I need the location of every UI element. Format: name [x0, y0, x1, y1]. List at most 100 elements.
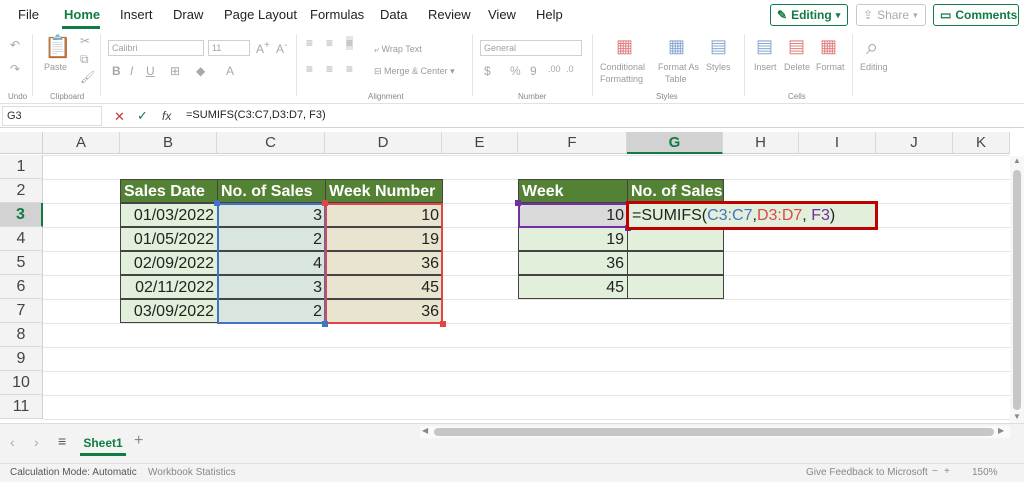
- row-header-5[interactable]: 5: [0, 251, 43, 275]
- align-left-icon[interactable]: ≡: [306, 62, 313, 76]
- zoom-level[interactable]: 150%: [972, 467, 998, 478]
- comma-icon[interactable]: 9: [530, 64, 537, 78]
- table-cell-b3[interactable]: 01/03/2022: [120, 203, 218, 227]
- table-cell-c7[interactable]: 2: [217, 299, 326, 323]
- column-header-e[interactable]: E: [442, 132, 518, 154]
- row-header-6[interactable]: 6: [0, 275, 43, 299]
- enter-icon[interactable]: ✓: [137, 108, 148, 124]
- table-cell-f6[interactable]: 45: [518, 275, 628, 299]
- table-cell-c4[interactable]: 2: [217, 227, 326, 251]
- fill-color-icon[interactable]: ◆: [196, 64, 205, 78]
- insert-function-icon[interactable]: fx: [162, 109, 171, 123]
- undo-icon[interactable]: ↶: [10, 38, 20, 52]
- formula-input[interactable]: =SUMIFS(C3:C7,D3:D7, F3): [186, 109, 326, 121]
- row-header-10[interactable]: 10: [0, 371, 43, 395]
- format-cells-icon[interactable]: ▦: [820, 36, 837, 57]
- align-top-icon[interactable]: ≡: [306, 36, 313, 50]
- menu-home[interactable]: Home: [64, 7, 100, 22]
- scroll-up-icon[interactable]: ▲: [1013, 156, 1021, 165]
- number-format-select[interactable]: General: [480, 40, 582, 56]
- vertical-scrollbar[interactable]: ▲ ▼: [1010, 156, 1024, 423]
- conditional-formatting-icon[interactable]: ▦: [616, 36, 633, 57]
- menu-file[interactable]: File: [18, 7, 39, 22]
- table-label[interactable]: Table: [665, 74, 687, 84]
- table1-header-no-of-sales[interactable]: No. of Sales: [217, 179, 326, 203]
- table-cell-c3[interactable]: 3: [217, 203, 326, 227]
- currency-icon[interactable]: $: [484, 64, 491, 78]
- table2-header-week[interactable]: Week: [518, 179, 628, 203]
- comments-button[interactable]: ▭ Comments: [933, 4, 1019, 26]
- table-cell-c5[interactable]: 4: [217, 251, 326, 275]
- range-handle[interactable]: [322, 321, 328, 327]
- editing-group-button[interactable]: Editing: [860, 62, 888, 72]
- table-cell-b4[interactable]: 01/05/2022: [120, 227, 218, 251]
- range-handle[interactable]: [515, 200, 521, 206]
- menu-review[interactable]: Review: [428, 7, 471, 22]
- table-cell-d3[interactable]: 10: [325, 203, 443, 227]
- share-button[interactable]: ⇪ Share ▾: [856, 4, 926, 26]
- percent-icon[interactable]: %: [510, 64, 521, 78]
- scrollbar-thumb[interactable]: [1013, 170, 1021, 410]
- decrease-decimal-icon[interactable]: .0: [566, 64, 574, 74]
- table-cell-g6[interactable]: [627, 275, 724, 299]
- menu-help[interactable]: Help: [536, 7, 563, 22]
- insert-cells-icon[interactable]: ▤: [756, 36, 773, 57]
- table-cell-b5[interactable]: 02/09/2022: [120, 251, 218, 275]
- column-header-a[interactable]: A: [43, 132, 120, 154]
- align-middle-icon[interactable]: ≡: [326, 36, 333, 50]
- range-handle[interactable]: [440, 321, 446, 327]
- table-cell-f3[interactable]: 10: [518, 203, 628, 227]
- horizontal-scrollbar[interactable]: ◀ ▶: [420, 426, 1010, 438]
- column-header-j[interactable]: J: [876, 132, 953, 154]
- column-header-h[interactable]: H: [723, 132, 799, 154]
- bold-icon[interactable]: B: [112, 64, 121, 78]
- font-size-select[interactable]: 11: [208, 40, 250, 56]
- align-right-icon[interactable]: ≡: [346, 62, 353, 76]
- give-feedback-link[interactable]: Give Feedback to Microsoft: [806, 467, 928, 478]
- cell-styles-icon[interactable]: ▤: [710, 36, 727, 57]
- row-header-3[interactable]: 3: [0, 203, 43, 227]
- align-center-icon[interactable]: ≡: [326, 62, 333, 76]
- column-header-b[interactable]: B: [120, 132, 217, 154]
- add-sheet-icon[interactable]: +: [134, 432, 143, 450]
- scroll-right-arrow-icon[interactable]: ▶: [998, 426, 1004, 435]
- font-color-icon[interactable]: A: [226, 64, 234, 78]
- column-header-c[interactable]: C: [217, 132, 325, 154]
- menu-formulas[interactable]: Formulas: [310, 7, 364, 22]
- row-header-2[interactable]: 2: [0, 179, 43, 203]
- cell-styles-label[interactable]: Styles: [706, 62, 731, 72]
- row-header-11[interactable]: 11: [0, 395, 43, 419]
- delete-cells-label[interactable]: Delete: [784, 62, 810, 72]
- wrap-text-button[interactable]: ⤶ Wrap Text: [374, 44, 422, 55]
- row-header-7[interactable]: 7: [0, 299, 43, 323]
- table-cell-c6[interactable]: 3: [217, 275, 326, 299]
- underline-icon[interactable]: U: [146, 64, 155, 78]
- search-icon[interactable]: ⌕: [866, 34, 878, 60]
- name-box[interactable]: G3: [2, 106, 102, 126]
- table1-header-sales-date[interactable]: Sales Date: [120, 179, 218, 203]
- column-header-d[interactable]: D: [325, 132, 442, 154]
- active-cell-g3-editor[interactable]: =SUMIFS(C3:C7,D3:D7, F3): [626, 201, 878, 230]
- cancel-icon[interactable]: ✕: [114, 109, 125, 125]
- column-header-g[interactable]: G: [627, 132, 723, 154]
- calculation-mode[interactable]: Calculation Mode: Automatic: [10, 467, 137, 478]
- zoom-out-icon[interactable]: −: [932, 466, 938, 477]
- table-cell-b6[interactable]: 02/11/2022: [120, 275, 218, 299]
- delete-cells-icon[interactable]: ▤: [788, 36, 805, 57]
- table-cell-g5[interactable]: [627, 251, 724, 275]
- menu-draw[interactable]: Draw: [173, 7, 203, 22]
- column-header-i[interactable]: I: [799, 132, 876, 154]
- table-cell-f4[interactable]: 19: [518, 227, 628, 251]
- row-header-1[interactable]: 1: [0, 155, 43, 179]
- table-cell-g4[interactable]: [627, 227, 724, 251]
- table-cell-d4[interactable]: 19: [325, 227, 443, 251]
- range-handle[interactable]: [322, 200, 328, 206]
- zoom-in-icon[interactable]: +: [944, 466, 950, 477]
- table-cell-f5[interactable]: 36: [518, 251, 628, 275]
- shrink-font-icon[interactable]: A-: [276, 40, 287, 56]
- column-header-f[interactable]: F: [518, 132, 627, 154]
- table-cell-d6[interactable]: 45: [325, 275, 443, 299]
- insert-cells-label[interactable]: Insert: [754, 62, 777, 72]
- menu-insert[interactable]: Insert: [120, 7, 153, 22]
- scroll-right-icon[interactable]: ›: [34, 434, 39, 450]
